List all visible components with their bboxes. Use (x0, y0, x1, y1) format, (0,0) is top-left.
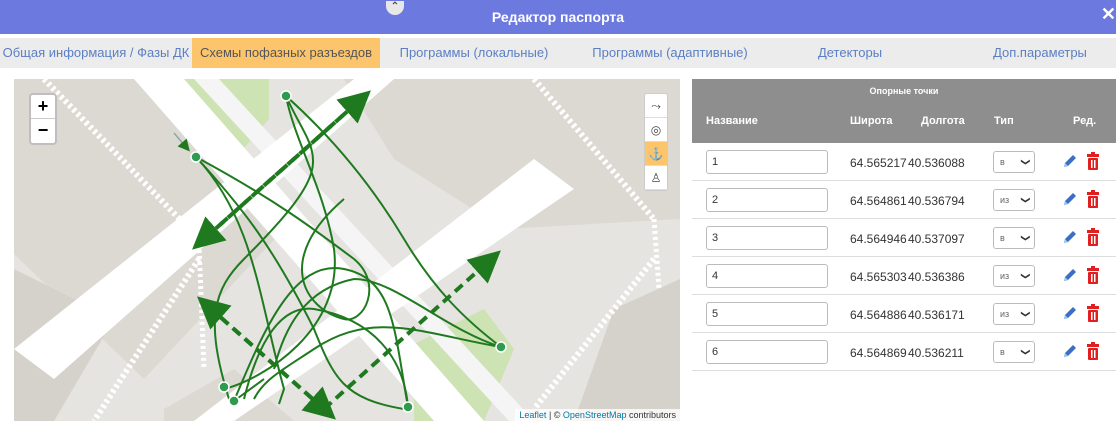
building (574, 279, 680, 421)
pedestrian-icon[interactable]: ♙ (645, 166, 667, 190)
lng-value: 40.537097 (908, 232, 965, 246)
map-view[interactable]: + − ⤳ ◎ ⚓ ♙ Leaflet | © OpenStreetMap co… (14, 79, 680, 421)
trash-icon[interactable] (1085, 190, 1101, 208)
zoom-out-button[interactable]: − (31, 119, 55, 143)
lng-value: 40.536386 (908, 270, 965, 284)
pencil-icon[interactable] (1062, 305, 1078, 321)
tab-detectors[interactable]: Детекторы (800, 38, 900, 68)
col-edit: Ред. (1073, 115, 1097, 127)
points-caption: Опорные точки (869, 86, 939, 96)
point-name-input[interactable] (706, 340, 828, 364)
table-row: 64.56521740.536088в❯ (692, 143, 1116, 181)
trash-icon[interactable] (1085, 304, 1101, 322)
points-table-header: Опорные точки Название Широта Долгота Ти… (692, 79, 1116, 143)
zoom-in-button[interactable]: + (31, 95, 55, 119)
close-icon[interactable]: ✕ (1101, 4, 1116, 25)
tab-phase-schemes[interactable]: Схемы пофазных разъездов (192, 38, 380, 68)
ref-point-5[interactable] (228, 395, 240, 407)
chevron-down-icon: ❯ (1021, 234, 1032, 242)
type-select[interactable]: из ❯ (993, 265, 1035, 287)
lng-value: 40.536171 (908, 308, 965, 322)
tab-local-programs[interactable]: Программы (локальные) (390, 38, 558, 68)
pencil-icon[interactable] (1062, 153, 1078, 169)
ref-point-4[interactable] (402, 401, 414, 413)
chevron-down-icon: ❯ (1021, 348, 1032, 356)
type-value: в (1000, 157, 1005, 167)
table-row: 64.56486940.536211в❯ (692, 333, 1116, 371)
table-row: 64.56486140.536794 из ❯ (692, 181, 1116, 219)
map-toolbar: ⤳ ◎ ⚓ ♙ (644, 93, 668, 191)
type-select[interactable]: в ❯ (993, 341, 1035, 363)
attribution-sep: | © (546, 410, 563, 420)
zoom-control: + − (29, 93, 57, 145)
trash-icon[interactable] (1085, 228, 1101, 246)
type-value: из (1000, 271, 1010, 281)
point-name-input[interactable] (706, 302, 828, 326)
attribution-rest: contributors (626, 410, 676, 420)
lat-value: 64.564946 (850, 232, 907, 246)
col-lat: Широта (850, 115, 893, 127)
lat-value: 64.565303 (850, 270, 907, 284)
ref-point-6[interactable] (218, 381, 230, 393)
point-name-input[interactable] (706, 226, 828, 250)
chevron-down-icon: ❯ (1021, 272, 1032, 280)
lat-value: 64.564861 (850, 194, 907, 208)
table-row: 64.56494640.537097в❯ (692, 219, 1116, 257)
tab-extra-params[interactable]: Доп.параметры (975, 38, 1105, 68)
route-draw-icon[interactable]: ⤳ (645, 94, 667, 118)
ref-point-3[interactable] (495, 341, 507, 353)
tab-general-info[interactable]: Общая информация / Фазы ДК (0, 38, 192, 68)
points-panel: Опорные точки Название Широта Долгота Ти… (692, 79, 1116, 371)
chevron-down-icon: ❯ (1021, 196, 1032, 204)
lng-value: 40.536088 (908, 156, 965, 170)
marker-icon[interactable]: ◎ (645, 118, 667, 142)
table-row: 64.56530340.536386 из ❯ (692, 257, 1116, 295)
point-name-input[interactable] (706, 188, 828, 212)
lng-value: 40.536794 (908, 194, 965, 208)
window-titlebar: ⌃ Редактор паспорта ✕ (0, 0, 1116, 34)
lat-value: 64.564869 (850, 346, 907, 360)
type-value: из (1000, 309, 1010, 319)
pencil-icon[interactable] (1062, 267, 1078, 283)
chevron-down-icon: ❯ (1021, 310, 1032, 318)
osm-link[interactable]: OpenStreetMap (563, 410, 627, 420)
type-value: в (1000, 233, 1005, 243)
col-lng: Долгота (921, 115, 965, 127)
type-select[interactable]: из ❯ (993, 189, 1035, 211)
type-value: из (1000, 195, 1010, 205)
pencil-icon[interactable] (1062, 229, 1078, 245)
lng-value: 40.536211 (908, 346, 964, 360)
points-rows: 64.56521740.536088в❯64.56486140.536794из… (692, 143, 1116, 371)
lat-value: 64.564886 (850, 308, 907, 322)
pencil-icon[interactable] (1062, 343, 1078, 359)
point-name-input[interactable] (706, 150, 828, 174)
type-select[interactable]: из ❯ (993, 303, 1035, 325)
anchor-icon[interactable]: ⚓ (645, 142, 667, 166)
map-attribution: Leaflet | © OpenStreetMap contributors (515, 409, 680, 421)
col-type: Тип (994, 115, 1014, 127)
tab-bar: Общая информация / Фазы ДК Схемы пофазны… (0, 38, 1116, 68)
map-canvas[interactable] (14, 79, 680, 421)
chevron-down-icon: ❯ (1021, 158, 1032, 166)
point-name-input[interactable] (706, 264, 828, 288)
type-value: в (1000, 347, 1005, 357)
table-row: 64.56488640.536171 из ❯ (692, 295, 1116, 333)
pencil-icon[interactable] (1062, 191, 1078, 207)
type-select[interactable]: в ❯ (993, 227, 1035, 249)
ref-point-2[interactable] (280, 90, 292, 102)
tab-adaptive-programs[interactable]: Программы (адаптивные) (585, 38, 755, 68)
lat-value: 64.565217 (850, 156, 907, 170)
leaflet-link[interactable]: Leaflet (519, 410, 546, 420)
ref-point-1[interactable] (190, 151, 202, 163)
trash-icon[interactable] (1085, 342, 1101, 360)
type-select[interactable]: в ❯ (993, 151, 1035, 173)
trash-icon[interactable] (1085, 266, 1101, 284)
col-name: Название (706, 115, 758, 127)
trash-icon[interactable] (1085, 152, 1101, 170)
window-title: Редактор паспорта (491, 9, 625, 25)
